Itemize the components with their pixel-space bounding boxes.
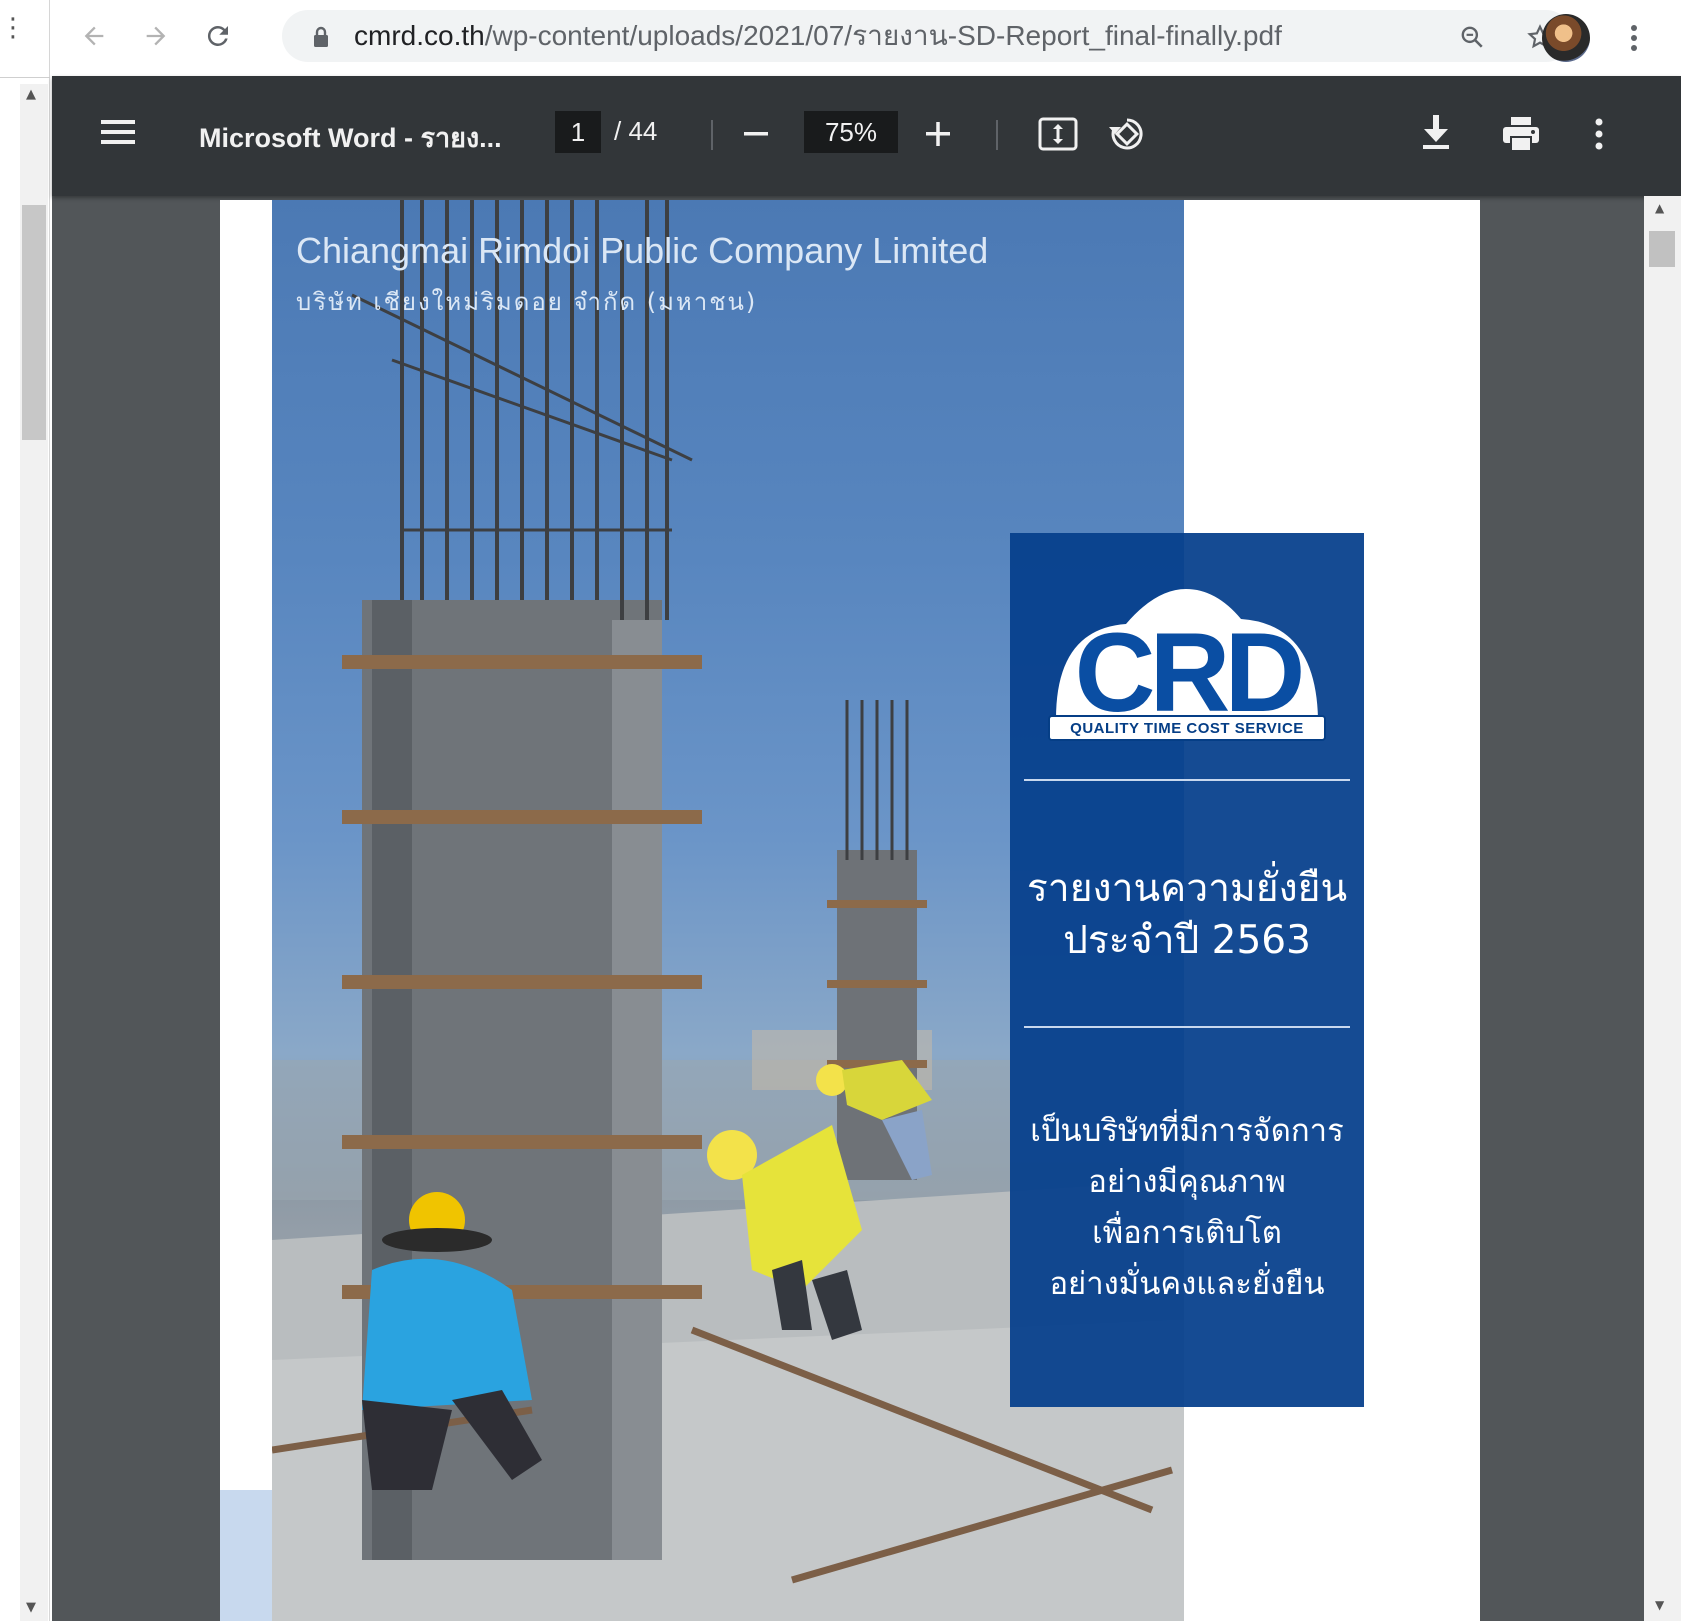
slogan-line: เพื่อการเติบโต <box>1092 1215 1282 1251</box>
scroll-down-icon[interactable]: ▼ <box>1655 1598 1664 1612</box>
divider-line <box>1024 1026 1350 1028</box>
zoom-in-button[interactable] <box>920 116 956 152</box>
slogan-line: อย่างมั่นคงและยั่งยืน <box>1049 1266 1325 1302</box>
left-window-edge: ⋮ ▲ ▼ <box>0 0 50 1621</box>
kebab-icon[interactable] <box>1624 18 1644 58</box>
download-icon <box>1423 115 1449 149</box>
divider <box>0 77 50 78</box>
slogan: เป็นบริษัทที่มีการจัดการ อย่างมีคุณภาพ เ… <box>1010 1106 1364 1310</box>
arrow-left-icon <box>84 26 104 46</box>
scrollbar-thumb[interactable] <box>22 205 46 440</box>
rotate-button[interactable] <box>1105 112 1149 156</box>
scroll-up-icon[interactable]: ▲ <box>26 87 36 102</box>
zoom-in-icon <box>926 122 950 146</box>
scroll-up-icon[interactable]: ▲ <box>1655 201 1664 215</box>
scrollbar-thumb[interactable] <box>1649 231 1675 267</box>
fit-page-button[interactable] <box>1036 112 1080 156</box>
company-name-th: บริษัท เชียงใหม่ริมดอย จำกัด (มหาชน) <box>296 288 758 316</box>
zoom-level-input[interactable]: 75% <box>804 111 898 153</box>
report-title-line: รายงานความยั่งยืน <box>1026 866 1348 911</box>
slogan-line: เป็นบริษัทที่มีการจัดการ <box>1030 1113 1344 1149</box>
menu-icon <box>101 120 135 144</box>
reload-icon <box>207 25 228 46</box>
page-count: / 44 <box>614 116 658 146</box>
slogan-line: อย่างมีคุณภาพ <box>1088 1164 1286 1200</box>
zoom-out-icon <box>744 132 768 136</box>
download-button[interactable] <box>1416 110 1456 154</box>
toolbar-divider <box>996 120 998 150</box>
arrow-right-icon <box>146 26 166 46</box>
address-bar[interactable]: cmrd.co.th/wp-content/uploads/2021/07/รา… <box>282 10 1572 62</box>
url-text[interactable]: cmrd.co.th/wp-content/uploads/2021/07/รา… <box>354 20 1282 52</box>
page-accent-band <box>220 1490 272 1621</box>
pdf-page: Chiangmai Rimdoi Public Company Limited … <box>220 200 1480 1621</box>
company-name-en: Chiangmai Rimdoi Public Company Limited <box>296 230 989 271</box>
page-number-input[interactable]: 1 <box>555 111 601 153</box>
print-button[interactable] <box>1499 112 1543 156</box>
print-icon <box>1503 117 1539 152</box>
report-title: รายงานความยั่งยืน ประจำปี 2563 <box>1010 863 1364 967</box>
menu-button[interactable] <box>98 112 138 152</box>
reload-button[interactable] <box>196 14 240 58</box>
report-title-line: ประจำปี 2563 <box>1063 918 1311 963</box>
lock-icon[interactable] <box>312 26 330 48</box>
scrollbar-track[interactable] <box>1644 196 1681 1621</box>
document-title: Microsoft Word - รายง... <box>199 123 502 153</box>
divider-line <box>1024 779 1350 781</box>
url-host: cmrd.co.th <box>354 20 485 51</box>
zoom-out-button[interactable] <box>738 116 774 152</box>
browser-toolbar: cmrd.co.th/wp-content/uploads/2021/07/รา… <box>52 0 1681 76</box>
kebab-icon[interactable]: ⋮ <box>0 15 26 41</box>
forward-button[interactable] <box>134 14 178 58</box>
toolbar-divider <box>711 120 713 150</box>
report-title-panel: CRD QUALITY TIME COST SERVICE รายงานความ… <box>1010 533 1364 1407</box>
scroll-down-icon[interactable]: ▼ <box>26 1600 36 1615</box>
more-icon <box>1595 118 1603 150</box>
avatar[interactable] <box>1542 14 1590 62</box>
back-button[interactable] <box>72 14 116 58</box>
rotate-icon <box>1109 118 1143 150</box>
pdf-toolbar: Microsoft Word - รายง... 1 / 44 75% <box>52 76 1681 196</box>
more-button[interactable] <box>1587 112 1611 156</box>
zoom-icon[interactable] <box>1459 24 1485 50</box>
browser-window: ⋮ ▲ ▼ cmrd.co.th/wp-content/uploads/2021… <box>0 0 1681 1621</box>
logo-tagline: QUALITY TIME COST SERVICE <box>1048 715 1326 741</box>
fit-page-icon <box>1038 117 1078 151</box>
url-path: /wp-content/uploads/2021/07/รายงาน-SD-Re… <box>484 20 1282 51</box>
